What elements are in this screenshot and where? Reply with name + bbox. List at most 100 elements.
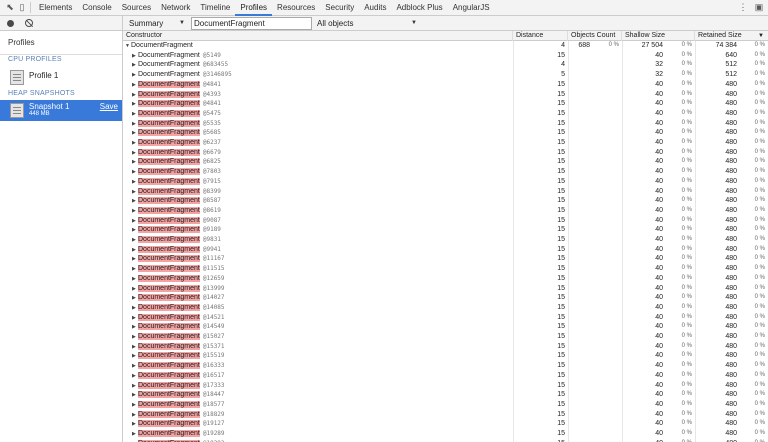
shallow-size-value: 40 <box>655 294 663 302</box>
distance-value: 15 <box>557 362 565 370</box>
table-row[interactable]: ▶ DocumentFragment @8619 15 40 0 % 480 0 % <box>123 206 768 216</box>
table-row[interactable]: ▶ DocumentFragment @19127 15 40 0 % 480 0 % <box>123 419 768 429</box>
table-row[interactable]: ▶ DocumentFragment @5149 15 40 0 % 640 0 % <box>123 51 768 61</box>
shallow-size-value: 40 <box>655 245 663 253</box>
table-row[interactable]: ▶ DocumentFragment @11167 15 40 0 % 480 0 % <box>123 254 768 264</box>
table-row[interactable]: ▶ DocumentFragment @4393 15 40 0 % 480 0 % <box>123 90 768 100</box>
table-row[interactable]: ▶ DocumentFragment @18447 15 40 0 % 480 0 % <box>123 390 768 400</box>
shallow-size-value: 40 <box>655 313 663 321</box>
retained-size-percent: 0 % <box>754 42 765 48</box>
table-row[interactable]: ▶ DocumentFragment @15027 15 40 0 % 480 0 % <box>123 332 768 342</box>
table-row[interactable]: ▶ DocumentFragment @9087 15 40 0 % 480 0 % <box>123 216 768 226</box>
column-header-constructor[interactable]: Constructor <box>123 31 513 41</box>
table-row[interactable]: ▶ DocumentFragment @11515 15 40 0 % 480 0 % <box>123 264 768 274</box>
shallow-size-percent: 0 % <box>681 168 692 175</box>
constructor-name: DocumentFragment <box>138 284 200 292</box>
tab-profiles[interactable]: Profiles <box>235 0 273 16</box>
table-row[interactable]: ▶ DocumentFragment @9941 15 40 0 % 480 0 % <box>123 245 768 255</box>
tab-audits[interactable]: Audits <box>359 0 391 16</box>
shallow-size-percent: 0 % <box>681 197 692 204</box>
more-options-icon[interactable]: ⋮ <box>737 2 749 14</box>
table-row[interactable]: ▶ DocumentFragment @5685 15 40 0 % 480 0 % <box>123 128 768 138</box>
distance-value: 15 <box>557 284 565 292</box>
grid-body: ▼DocumentFragment 4 688 0 % 27 504 0 % 74 384 0… <box>123 41 768 442</box>
table-row[interactable]: ▶ DocumentFragment @12659 15 40 0 % 480 0 % <box>123 274 768 284</box>
table-row[interactable]: ▼DocumentFragment 4 688 0 % 27 504 0 % 74 384 0… <box>123 41 768 51</box>
constructor-name: DocumentFragment <box>138 158 200 166</box>
object-id: @9831 <box>202 236 221 243</box>
table-row[interactable]: ▶ DocumentFragment @3146895 5 32 0 % 512 0 % <box>123 70 768 80</box>
table-row[interactable]: ▶ DocumentFragment @7915 15 40 0 % 480 0 % <box>123 177 768 187</box>
table-row[interactable]: ▶ DocumentFragment @683455 4 32 0 % 512 0 % <box>123 60 768 70</box>
table-row[interactable]: ▶ DocumentFragment @9831 15 40 0 % 480 0 % <box>123 235 768 245</box>
table-row[interactable]: ▶ DocumentFragment @5475 15 40 0 % 480 0 % <box>123 109 768 119</box>
retained-size-percent: 0 % <box>754 71 765 78</box>
table-row[interactable]: ▶ DocumentFragment @6679 15 40 0 % 480 0 % <box>123 148 768 158</box>
object-id: @8619 <box>202 206 221 214</box>
shallow-size-percent: 0 % <box>681 313 692 320</box>
tab-console[interactable]: Console <box>77 0 116 16</box>
column-header-distance[interactable]: Distance <box>513 31 568 41</box>
shallow-size-percent: 0 % <box>681 129 692 136</box>
table-row[interactable]: ▶ DocumentFragment @16517 15 40 0 % 480 0 % <box>123 371 768 381</box>
table-row[interactable]: ▶ DocumentFragment @19289 15 40 0 % 480 0 % <box>123 429 768 439</box>
distance-value: 15 <box>557 168 565 176</box>
table-row[interactable]: ▶ DocumentFragment @15519 15 40 0 % 480 0 % <box>123 351 768 361</box>
class-filter-input[interactable] <box>191 17 312 30</box>
table-row[interactable]: ▶ DocumentFragment @6237 15 40 0 % 480 0 % <box>123 138 768 148</box>
view-select[interactable]: Summary ▼ <box>129 17 187 30</box>
tab-security[interactable]: Security <box>320 0 359 16</box>
table-row[interactable]: ▶ DocumentFragment @15371 15 40 0 % 480 0 % <box>123 342 768 352</box>
table-row[interactable]: ▶ DocumentFragment @13999 15 40 0 % 480 0 % <box>123 284 768 294</box>
table-row[interactable]: ▶ DocumentFragment @5535 15 40 0 % 480 0 % <box>123 119 768 129</box>
tab-resources[interactable]: Resources <box>272 0 320 16</box>
table-row[interactable]: ▶ DocumentFragment @4841 15 40 0 % 480 0 % <box>123 99 768 109</box>
table-row[interactable]: ▶ DocumentFragment @8587 15 40 0 % 480 0 % <box>123 196 768 206</box>
retained-size-value: 480 <box>725 168 737 176</box>
table-row[interactable]: ▶ DocumentFragment @14549 15 40 0 % 480 0 % <box>123 322 768 332</box>
distance-value: 15 <box>557 197 565 205</box>
objects-select[interactable]: All objects ▼ <box>317 17 417 30</box>
retained-size-value: 480 <box>725 197 737 205</box>
sidebar-item-snapshot-1[interactable]: Snapshot 1 448 MB Save <box>0 100 122 121</box>
object-id: @14085 <box>202 303 225 311</box>
tab-timeline[interactable]: Timeline <box>195 0 235 16</box>
shallow-size-percent: 0 % <box>681 294 692 301</box>
retained-size-percent: 0 % <box>754 284 765 291</box>
table-row[interactable]: ▶ DocumentFragment @18829 15 40 0 % 480 0 % <box>123 410 768 420</box>
tab-elements[interactable]: Elements <box>34 0 77 16</box>
shallow-size-value: 40 <box>655 371 663 379</box>
inspect-element-icon[interactable]: ⬉ <box>4 2 16 14</box>
table-row[interactable]: ▶ DocumentFragment @14521 15 40 0 % 480 0 % <box>123 313 768 323</box>
tab-network[interactable]: Network <box>156 0 195 16</box>
retained-size-percent: 0 % <box>754 265 765 272</box>
table-row[interactable]: ▶ DocumentFragment @8399 15 40 0 % 480 0 % <box>123 187 768 197</box>
table-row[interactable]: ▶ DocumentFragment @14027 15 40 0 % 480 0 % <box>123 293 768 303</box>
tab-adblock-plus[interactable]: Adblock Plus <box>391 0 447 16</box>
dock-side-icon[interactable]: ▣ <box>753 2 765 14</box>
table-row[interactable]: ▶ DocumentFragment @14085 15 40 0 % 480 0 % <box>123 303 768 313</box>
constructor-name: DocumentFragment <box>138 333 200 340</box>
table-row[interactable]: ▶ DocumentFragment @18577 15 40 0 % 480 0 % <box>123 400 768 410</box>
toolbar-divider <box>30 2 31 13</box>
distance-value: 15 <box>557 265 565 273</box>
object-id: @6825 <box>202 158 221 166</box>
object-id: @7803 <box>202 168 221 176</box>
table-row[interactable]: ▶ DocumentFragment @9189 15 40 0 % 480 0 % <box>123 225 768 235</box>
record-icon[interactable] <box>7 20 14 27</box>
table-row[interactable]: ▶ DocumentFragment @17333 15 40 0 % 480 0 % <box>123 381 768 391</box>
tab-angularjs[interactable]: AngularJS <box>448 0 495 16</box>
device-mode-icon[interactable]: ▯ <box>16 2 28 14</box>
tab-sources[interactable]: Sources <box>117 0 156 16</box>
sidebar-item-profile-1[interactable]: Profile 1 <box>0 67 122 88</box>
distance-value: 15 <box>557 381 565 389</box>
column-header-objects-count[interactable]: Objects Count <box>568 31 622 41</box>
table-row[interactable]: ▶ DocumentFragment @16333 15 40 0 % 480 0 % <box>123 361 768 371</box>
save-snapshot-link[interactable]: Save <box>100 102 118 111</box>
table-row[interactable]: ▶ DocumentFragment @6825 15 40 0 % 480 0 % <box>123 157 768 167</box>
table-row[interactable]: ▶ DocumentFragment @4841 15 40 0 % 480 0 % <box>123 80 768 90</box>
column-header-retained-size[interactable]: Retained Size ▼ <box>695 31 768 41</box>
column-header-shallow-size[interactable]: Shallow Size <box>622 31 695 41</box>
clear-all-icon[interactable] <box>25 19 33 27</box>
table-row[interactable]: ▶ DocumentFragment @7803 15 40 0 % 480 0 % <box>123 167 768 177</box>
